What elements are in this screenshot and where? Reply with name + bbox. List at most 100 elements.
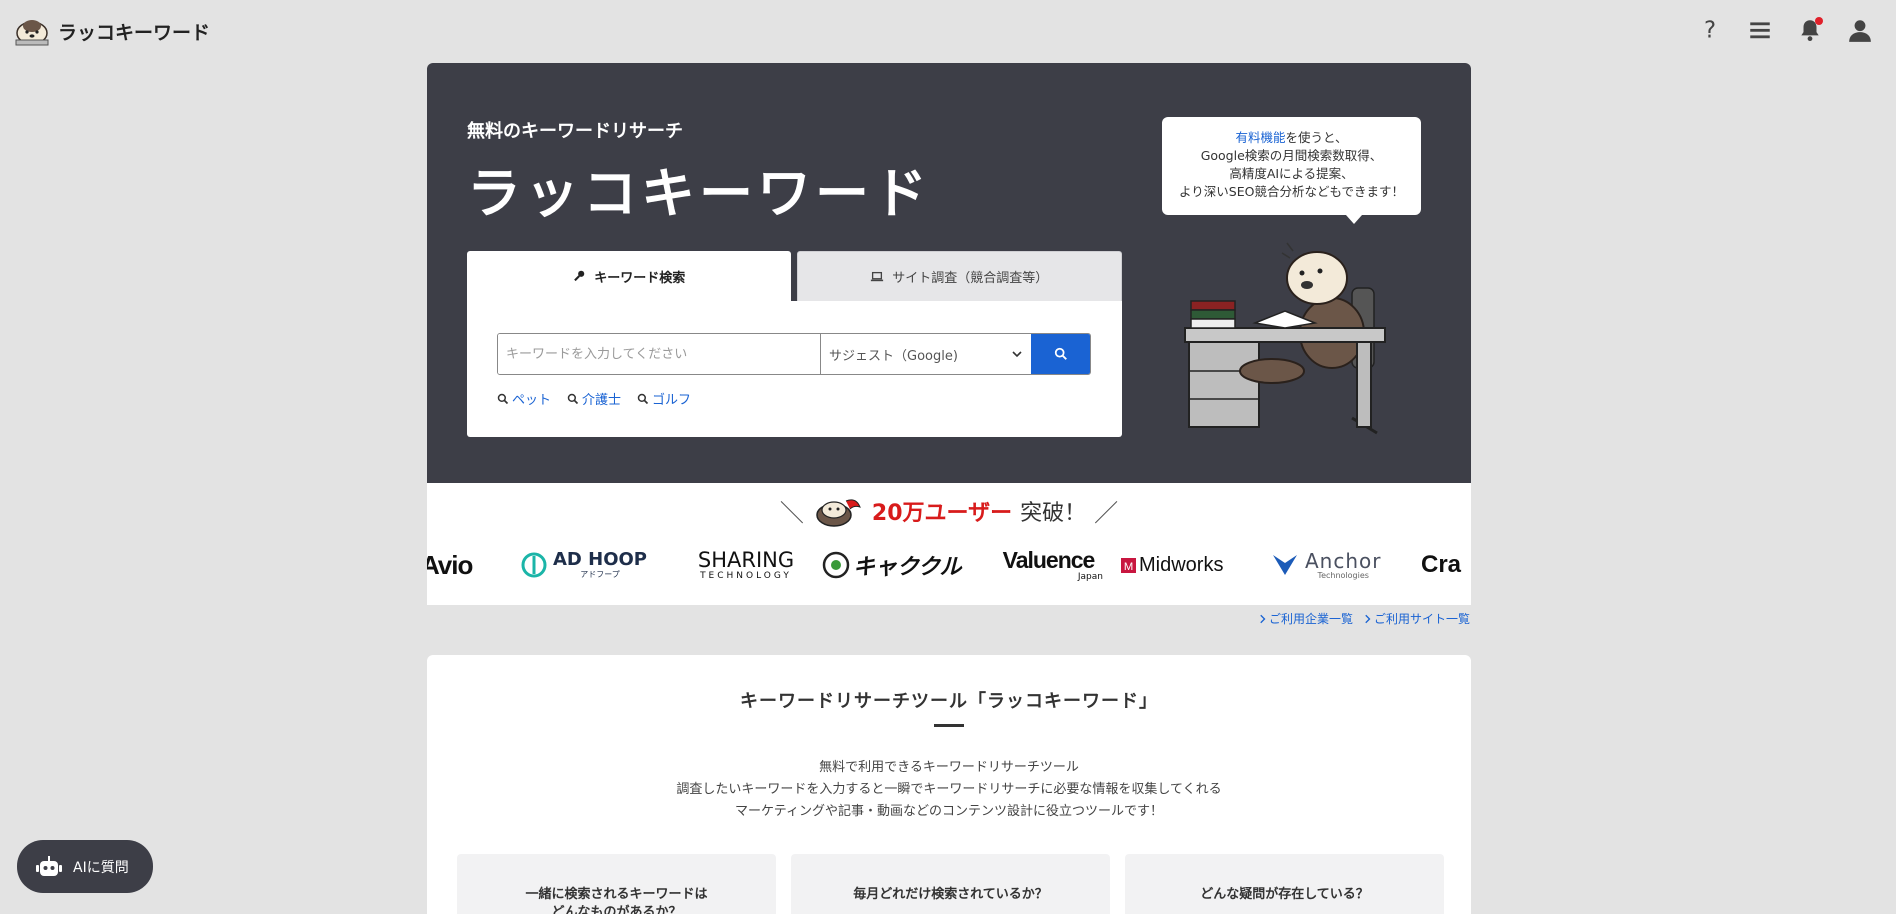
banner-slash: ＼ [779,499,804,527]
hero-section: 無料のキーワードリサーチ ラッコキーワード キーワード検索 サイト調査（競合調査… [427,63,1471,483]
bubble-text: を使うと、 [1285,130,1348,145]
search-icon [567,393,579,404]
hero-subtitle: 無料のキーワードリサーチ [467,121,683,142]
search-icon [637,393,649,404]
search-button[interactable] [1031,334,1090,374]
select-value: サジェスト（Google) [829,348,958,364]
company-logo-kyakukuru: キャククル [821,545,976,585]
users-count-highlight: 20万ユーザー [871,500,1013,526]
anchor-mark-icon [1273,555,1297,575]
chevron-right-icon [1365,614,1371,623]
suggest-link-caregiver[interactable]: 介護士 [567,389,621,408]
tab-keyword-search[interactable]: キーワード検索 [467,251,791,301]
company-logo-subtext: TECHNOLOGY [700,571,792,581]
laptop-icon [871,271,884,281]
menu-icon [1750,22,1770,39]
search-card: キーワード検索 サイト調査（競合調査等） サジェスト（Google) [467,251,1122,437]
otter-logo-icon [15,20,49,46]
title-underline [934,724,964,727]
suggest-link-label: ペット [512,393,552,408]
banner-slash: ／ [1094,499,1119,527]
adhoop-mark-icon [521,552,547,578]
company-logo-cra: Cra [1421,545,1461,585]
card-text: どんな疑問が存在している？ [1200,887,1369,902]
company-logo-text: Midworks [1139,553,1224,576]
ai-button-label: AIに質問 [73,859,129,876]
desc-line: 調査したいキーワードを入力すると一瞬でキーワードリサーチに必要な情報を収集してく… [676,782,1222,797]
hero-title: ラッコキーワード [467,162,931,225]
account-button[interactable] [1846,16,1874,44]
header: ラッコキーワード ? [0,0,1896,64]
company-logo-avio: Avio [427,545,521,585]
company-logo-text: SHARING [697,548,795,572]
card-text: どんなものがあるか？ [551,905,682,914]
search-icon [497,393,509,404]
desc-line: マーケティングや記事・動画などのコンテンツ設計に役立つツールです！ [735,804,1163,819]
bubble-text: 高精度AIによる提案、 [1229,166,1354,181]
link-label: ご利用サイト一覧 [1374,612,1471,626]
chevron-down-icon [1012,351,1022,358]
company-logo-subtext: Technologies [1317,570,1369,580]
desc-line: 無料で利用できるキーワードリサーチツール [819,760,1079,775]
suggest-link-label: 介護士 [582,393,622,408]
feature-card: 毎月どれだけ検索されているか？ [791,854,1110,914]
feature-card: どんな疑問が存在している？ [1125,854,1444,914]
users-banner-rest: 突破！ [1020,500,1087,526]
company-logo-valuence: Valuence Japan [976,545,1121,585]
paid-feature-link[interactable]: 有料機能 [1235,130,1285,145]
key-icon [574,270,585,282]
search-form: サジェスト（Google) [497,333,1091,375]
tab-label: サイト調査（競合調査等） [892,271,1049,286]
users-logo-strip: ＼ 20万ユーザー 突破！ ／ Avio AD HOOP アドフープ SHARI… [427,483,1471,605]
feature-card: 一緒に検索されるキーワードは どんなものがあるか？ [457,854,776,914]
suggest-link-label: ゴルフ [652,393,692,408]
feature-section: キーワードリサーチツール「ラッコキーワード」 無料で利用できるキーワードリサーチ… [427,655,1471,914]
company-logo-text: Avio [427,549,473,580]
company-logo-text: Cra [1421,551,1462,578]
company-list-link[interactable]: ご利用企業一覧 [1260,610,1353,627]
bubble-text: より深いSEO競合分析などもできます！ [1179,184,1404,199]
card-text: 毎月どれだけ検索されているか？ [853,887,1048,902]
user-icon [1849,20,1871,42]
company-logo-text: Valuence [1002,547,1096,573]
help-button[interactable]: ? [1696,16,1724,44]
site-logo[interactable]: ラッコキーワード [12,16,210,46]
svg-text:M: M [1124,561,1133,573]
company-logo-text: Anchor [1305,548,1382,573]
kyakukuru-mark-icon [822,551,850,579]
otter-desk-illustration [1184,242,1386,435]
robot-icon [36,855,62,876]
link-label: ご利用企業一覧 [1269,612,1354,626]
company-logo-anchor: Anchor Technologies [1271,545,1421,585]
midworks-mark-icon: M [1121,557,1136,573]
feature-description: 無料で利用できるキーワードリサーチツール 調査したいキーワードを入力すると一瞬で… [427,757,1471,823]
company-logo-sharing-technology: SHARING TECHNOLOGY [671,545,821,585]
bubble-text: Google検索の月間検索数取得、 [1200,148,1383,163]
tab-site-research[interactable]: サイト調査（競合調査等） [796,251,1122,301]
card-text: 一緒に検索されるキーワードは [525,887,708,902]
site-list-link[interactable]: ご利用サイト一覧 [1365,610,1470,627]
paid-feature-bubble: 有料機能を使うと、 Google検索の月間検索数取得、 高精度AIによる提案、 … [1162,117,1421,224]
otter-mascot-icon [816,498,861,527]
company-logo-subtext: Japan [1077,572,1103,582]
ai-question-button[interactable]: AIに質問 [17,840,153,893]
company-logo-text: AD HOOP [553,548,647,570]
search-type-select[interactable]: サジェスト（Google) [820,334,1031,374]
tab-label: キーワード検索 [594,270,686,286]
keyword-input[interactable] [498,334,820,374]
company-logo-adhoop: AD HOOP アドフープ [521,545,671,585]
notification-dot [1815,17,1823,25]
question-icon: ? [1704,18,1716,43]
suggest-link-golf[interactable]: ゴルフ [637,389,691,408]
suggest-link-pet[interactable]: ペット [497,389,551,408]
search-icon [1054,347,1067,360]
company-logo-midworks: M Midworks [1121,545,1271,585]
logo-text: ラッコキーワード [58,21,211,44]
notification-button[interactable] [1796,16,1824,44]
company-logo-carousel: Avio AD HOOP アドフープ SHARING TECHNOLOGY キャ… [427,545,1461,585]
svg-text:?: ? [1704,18,1716,43]
users-banner: ＼ 20万ユーザー 突破！ ／ [427,493,1471,528]
chevron-right-icon [1260,614,1266,623]
company-logo-text: キャククル [853,555,962,580]
menu-button[interactable] [1746,16,1774,44]
